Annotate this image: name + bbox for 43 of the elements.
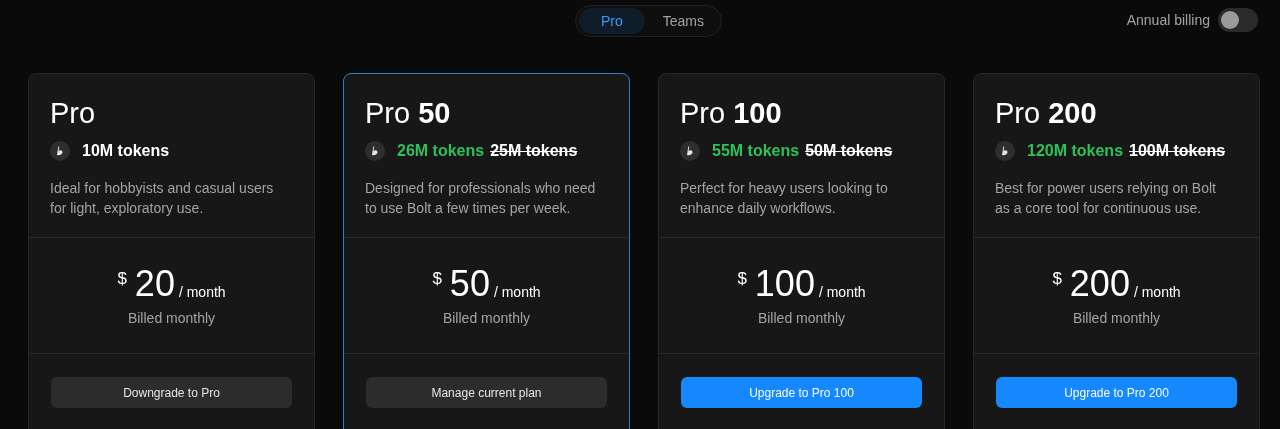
plan-description: Ideal for hobbyists and casual users for light, exploratory use. — [50, 179, 275, 218]
billing-label: Annual billing — [1126, 10, 1210, 30]
price-period: / month — [178, 283, 226, 302]
plan-title: Pro 50 — [365, 96, 451, 131]
old-token-amount: 100M tokens — [1129, 141, 1226, 161]
token-amount: 26M tokens — [397, 141, 485, 161]
price-period: / month — [493, 283, 541, 302]
old-token-amount: 25M tokens — [490, 141, 578, 161]
billing-note: Billed monthly — [757, 309, 846, 328]
price-amount: 20 — [134, 262, 175, 306]
plan-tab[interactable]: Teams — [648, 8, 719, 34]
plan-tab[interactable]: Pro — [579, 8, 645, 34]
logo-icon — [995, 141, 1015, 161]
token-amount: 120M tokens — [1027, 141, 1124, 161]
old-token-amount: 50M tokens — [805, 141, 893, 161]
plan-title: Pro — [50, 96, 96, 131]
billing-note: Billed monthly — [127, 309, 216, 328]
plan-title: Pro 100 — [680, 96, 782, 131]
currency-symbol: $ — [117, 268, 127, 290]
annual-billing-toggle[interactable] — [1218, 8, 1258, 32]
price-amount: 100 — [754, 262, 815, 306]
billing-note: Billed monthly — [442, 309, 531, 328]
plan-description: Perfect for heavy users looking to enhance daily workflows. — [680, 179, 889, 218]
billing-note: Billed monthly — [1072, 309, 1161, 328]
price-period: / month — [818, 283, 866, 302]
plan-title: Pro 200 — [995, 96, 1097, 131]
plan-description: Best for power users relying on Bolt as a core tool for continuous use. — [995, 179, 1217, 218]
plan-button[interactable]: Manage current plan — [366, 377, 607, 408]
price-amount: 50 — [449, 262, 490, 306]
plan-button[interactable]: Upgrade to Pro 100 — [681, 377, 922, 408]
currency-symbol: $ — [432, 268, 442, 290]
plan-button[interactable]: Downgrade to Pro — [51, 377, 292, 408]
plan-button[interactable]: Upgrade to Pro 200 — [996, 377, 1237, 408]
price-amount: 200 — [1069, 262, 1130, 306]
price-period: / month — [1133, 283, 1181, 302]
logo-icon — [680, 141, 700, 161]
plan-description: Designed for professionals who need to use Bolt a few times per week. — [365, 179, 597, 218]
token-amount: 10M tokens — [82, 141, 170, 161]
currency-symbol: $ — [1052, 268, 1062, 290]
token-amount: 55M tokens — [712, 141, 800, 161]
logo-icon — [50, 141, 70, 161]
currency-symbol: $ — [737, 268, 747, 290]
logo-icon — [365, 141, 385, 161]
